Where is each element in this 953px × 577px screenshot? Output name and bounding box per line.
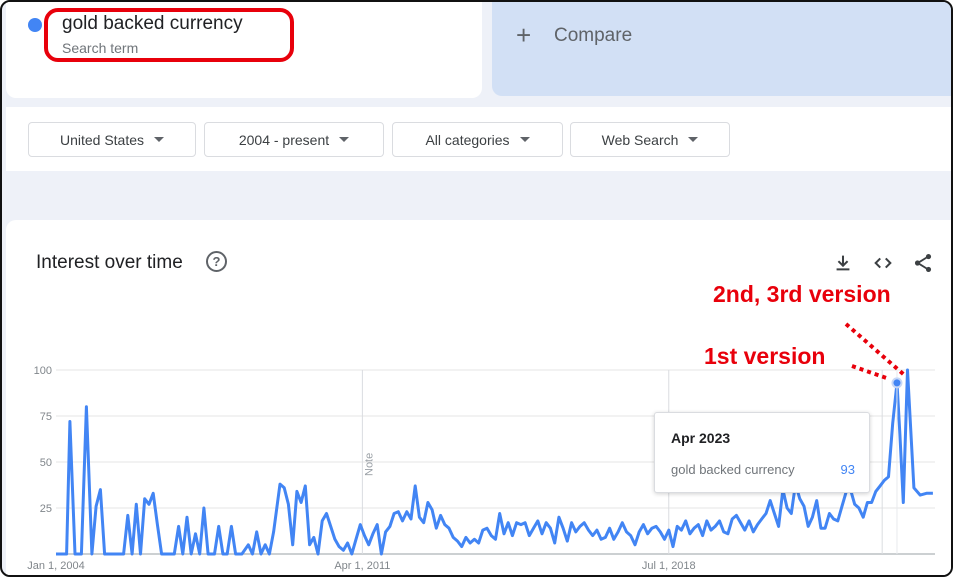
search-term-card[interactable]: gold backed currency Search term: [6, 2, 482, 98]
compare-card[interactable]: + Compare: [492, 2, 951, 96]
y-tick-label: 25: [40, 503, 52, 515]
filter-category[interactable]: All categories: [392, 122, 563, 157]
filter-region-label: United States: [59, 131, 145, 148]
screenshot-frame: gold backed currency Search term + Compa…: [0, 0, 953, 577]
highlight-point: [891, 377, 903, 389]
filter-region[interactable]: United States: [28, 122, 196, 157]
filter-category-label: All categories: [425, 131, 510, 148]
caret-down-icon: [339, 137, 350, 142]
tooltip-series-name: gold backed currency: [671, 462, 795, 477]
interest-over-time-card: Interest over time ? 255075100NoteNoteJa…: [6, 220, 953, 577]
x-tick-label: Jan 1, 2004: [27, 560, 85, 572]
filter-search-type-label: Web Search: [601, 131, 679, 148]
series-color-dot: [28, 18, 42, 32]
y-tick-label: 100: [34, 365, 52, 377]
note-marker-label: Note: [363, 453, 375, 476]
y-tick-label: 50: [40, 457, 52, 469]
annotation-first: 1st version: [704, 343, 826, 369]
tooltip-value: 93: [840, 462, 855, 477]
caret-down-icon: [519, 137, 530, 142]
compare-label[interactable]: Compare: [554, 25, 632, 47]
filter-search-type[interactable]: Web Search: [570, 122, 730, 157]
x-tick-label: Apr 1, 2011: [334, 560, 390, 572]
filter-time-label: 2004 - present: [238, 131, 330, 148]
filter-bar: United States 2004 - present All categor…: [6, 107, 951, 171]
caret-down-icon: [688, 137, 699, 142]
caret-down-icon: [154, 137, 165, 142]
annotation-arrow-first: [851, 364, 890, 381]
annotation-highlight-box: [44, 8, 294, 62]
annotation-second-third: 2nd, 3rd version: [713, 281, 891, 307]
chart-tooltip: Apr 2023 gold backed currency 93: [654, 412, 870, 493]
y-tick-label: 75: [40, 411, 52, 423]
filter-time-range[interactable]: 2004 - present: [204, 122, 384, 157]
plus-icon[interactable]: +: [516, 20, 531, 51]
interest-chart[interactable]: 255075100NoteNoteJan 1, 2004Apr 1, 2011J…: [6, 220, 953, 577]
tooltip-date: Apr 2023: [671, 430, 731, 446]
x-tick-label: Jul 1, 2018: [642, 560, 696, 572]
